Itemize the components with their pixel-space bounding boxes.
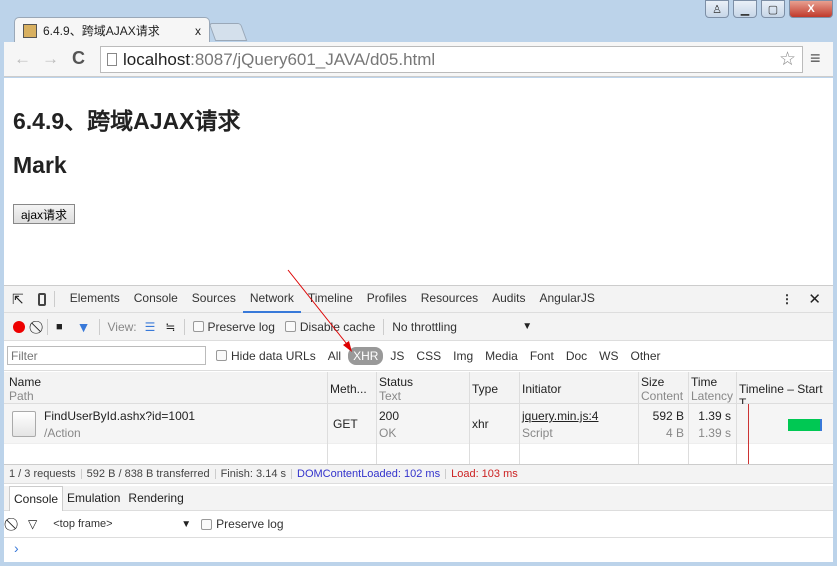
annotation-arrow [287,269,352,352]
